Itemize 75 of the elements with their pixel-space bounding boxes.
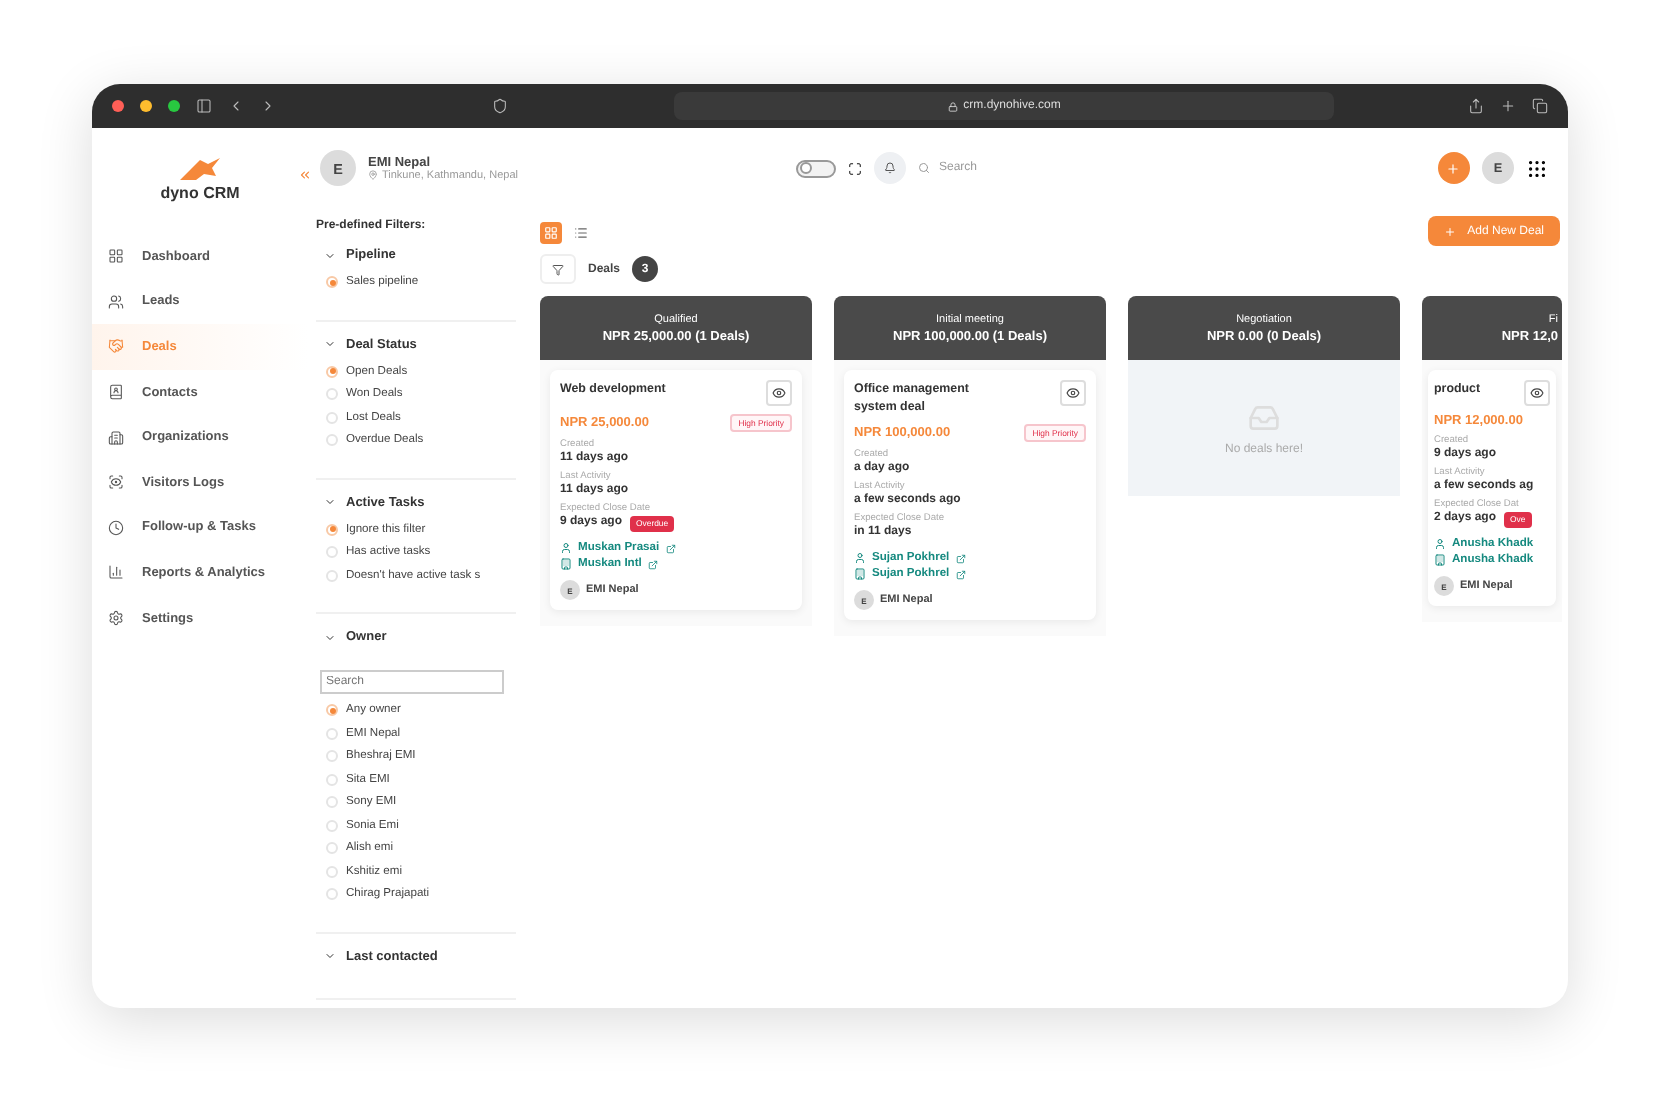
- view-button[interactable]: [1060, 380, 1086, 406]
- external-link-icon[interactable]: [665, 543, 676, 553]
- share-icon: [1468, 98, 1484, 114]
- radio-button[interactable]: [326, 865, 338, 877]
- radio-button[interactable]: [326, 523, 338, 535]
- radio-button[interactable]: [326, 388, 338, 400]
- building-icon: [854, 568, 866, 580]
- radio-button[interactable]: [326, 365, 338, 377]
- radio-button[interactable]: [326, 796, 338, 808]
- chevron-down-icon: [324, 950, 336, 962]
- clock-icon: [108, 519, 124, 536]
- collapse-icon[interactable]: [298, 168, 312, 182]
- plus-icon: [1446, 161, 1461, 175]
- map-pin-icon: [368, 170, 378, 180]
- radio-button[interactable]: [326, 773, 338, 785]
- person-icon: [560, 542, 572, 554]
- chevron-down-icon: [324, 249, 336, 261]
- tabs-icon: [1532, 98, 1548, 114]
- back-icon: [228, 98, 244, 114]
- zoom-dot[interactable]: [168, 100, 180, 112]
- building-icon: [108, 429, 124, 446]
- radio-button[interactable]: [326, 750, 338, 762]
- add-button[interactable]: [1437, 152, 1470, 184]
- plus-icon: [1443, 225, 1456, 237]
- chevron-down-icon: [324, 631, 336, 643]
- radio-button[interactable]: [326, 819, 338, 831]
- bar-chart-icon: [108, 564, 124, 581]
- contact-book-icon: [108, 384, 124, 401]
- radio-button[interactable]: [326, 569, 338, 581]
- chevron-down-icon: [324, 496, 336, 508]
- grid-icon: [544, 226, 558, 240]
- external-link-icon[interactable]: [955, 569, 966, 579]
- bell-icon: [884, 162, 897, 174]
- settings-icon: [108, 610, 124, 627]
- handshake-icon: [108, 338, 124, 355]
- view-button[interactable]: [1524, 380, 1550, 406]
- chevron-down-icon: [324, 338, 336, 350]
- filter-icon: [552, 263, 564, 275]
- radio-button[interactable]: [326, 888, 338, 900]
- person-icon: [1434, 538, 1446, 550]
- forward-icon: [260, 98, 276, 114]
- close-dot[interactable]: [112, 100, 124, 112]
- new-tab-icon: [1500, 98, 1516, 114]
- theme-toggle[interactable]: [796, 159, 837, 177]
- external-link-icon[interactable]: [647, 559, 658, 569]
- minimize-dot[interactable]: [140, 100, 152, 112]
- building-icon: [560, 558, 572, 570]
- radio-button[interactable]: [326, 411, 338, 423]
- radio-button[interactable]: [326, 276, 338, 288]
- inbox-icon: [1248, 401, 1280, 433]
- shield-icon: [492, 98, 508, 114]
- radio-button[interactable]: [326, 727, 338, 739]
- radio-button[interactable]: [326, 842, 338, 854]
- fullscreen-icon: [848, 161, 863, 175]
- search-icon: [918, 162, 931, 174]
- eye-icon: [1530, 386, 1544, 400]
- building-icon: [1434, 554, 1446, 566]
- logo-text: dyno CRM: [160, 184, 240, 202]
- eye-icon: [772, 386, 786, 400]
- list-icon: [574, 226, 588, 240]
- person-icon: [854, 552, 866, 564]
- grid-view-button[interactable]: [540, 222, 562, 244]
- dashboard-icon: [108, 248, 124, 265]
- radio-button[interactable]: [326, 704, 338, 716]
- radio-button[interactable]: [326, 546, 338, 558]
- scan-icon: [108, 474, 124, 491]
- external-link-icon[interactable]: [955, 553, 966, 563]
- users-icon: [108, 293, 124, 310]
- radio-button[interactable]: [326, 434, 338, 446]
- sidebar-icon: [196, 98, 212, 114]
- view-button[interactable]: [766, 380, 792, 406]
- notification-button[interactable]: [874, 152, 907, 184]
- apps-grid-icon: [1525, 157, 1548, 179]
- filter-button[interactable]: [540, 254, 576, 284]
- eye-icon: [1066, 386, 1080, 400]
